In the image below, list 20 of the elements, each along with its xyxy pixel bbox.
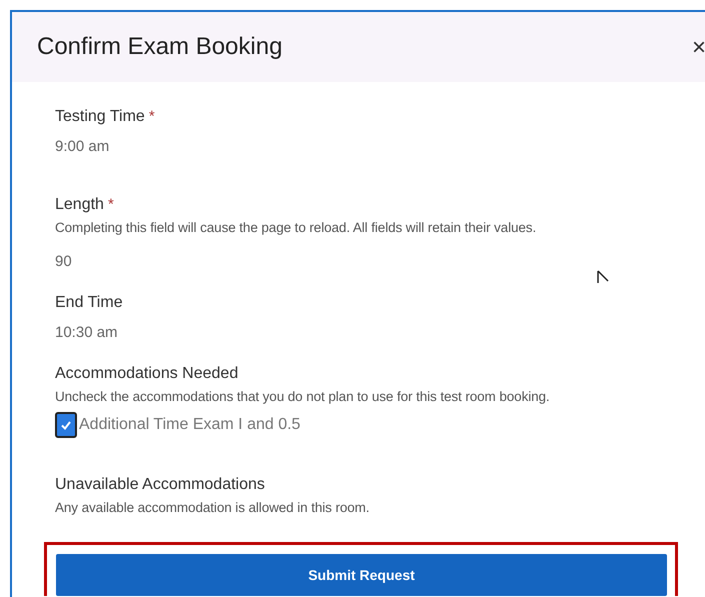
field-label: Unavailable Accommodations	[55, 476, 265, 494]
field-value: 10:30 am	[55, 324, 119, 341]
checkbox-label: Additional Time Exam I and 0.5	[79, 416, 300, 434]
field-label: Length	[55, 196, 104, 214]
field-value: 90	[55, 253, 73, 270]
field-label: Accommodations Needed	[55, 365, 238, 383]
checkbox[interactable]	[55, 412, 77, 438]
cursor-icon	[597, 270, 609, 284]
required-marker: *	[148, 108, 155, 126]
help-text: Completing this field will cause the page to reload. All fields will retain their values.	[55, 220, 538, 235]
field-label: Testing Time	[55, 108, 145, 126]
field-value: 9:00 am	[55, 138, 110, 155]
dialog-title: Confirm Exam Booking	[37, 33, 282, 61]
submit-button[interactable]: Submit Request	[56, 554, 667, 596]
required-marker: *	[108, 196, 114, 214]
checkmark-icon	[60, 419, 72, 431]
help-text: Any available accommodation is allowed in this room.	[55, 500, 370, 515]
close-button[interactable]: ×	[692, 34, 705, 62]
field-label: End Time	[55, 294, 123, 312]
help-text: Uncheck the accommodations that you do not plan to use for this test room booking.	[55, 389, 551, 404]
